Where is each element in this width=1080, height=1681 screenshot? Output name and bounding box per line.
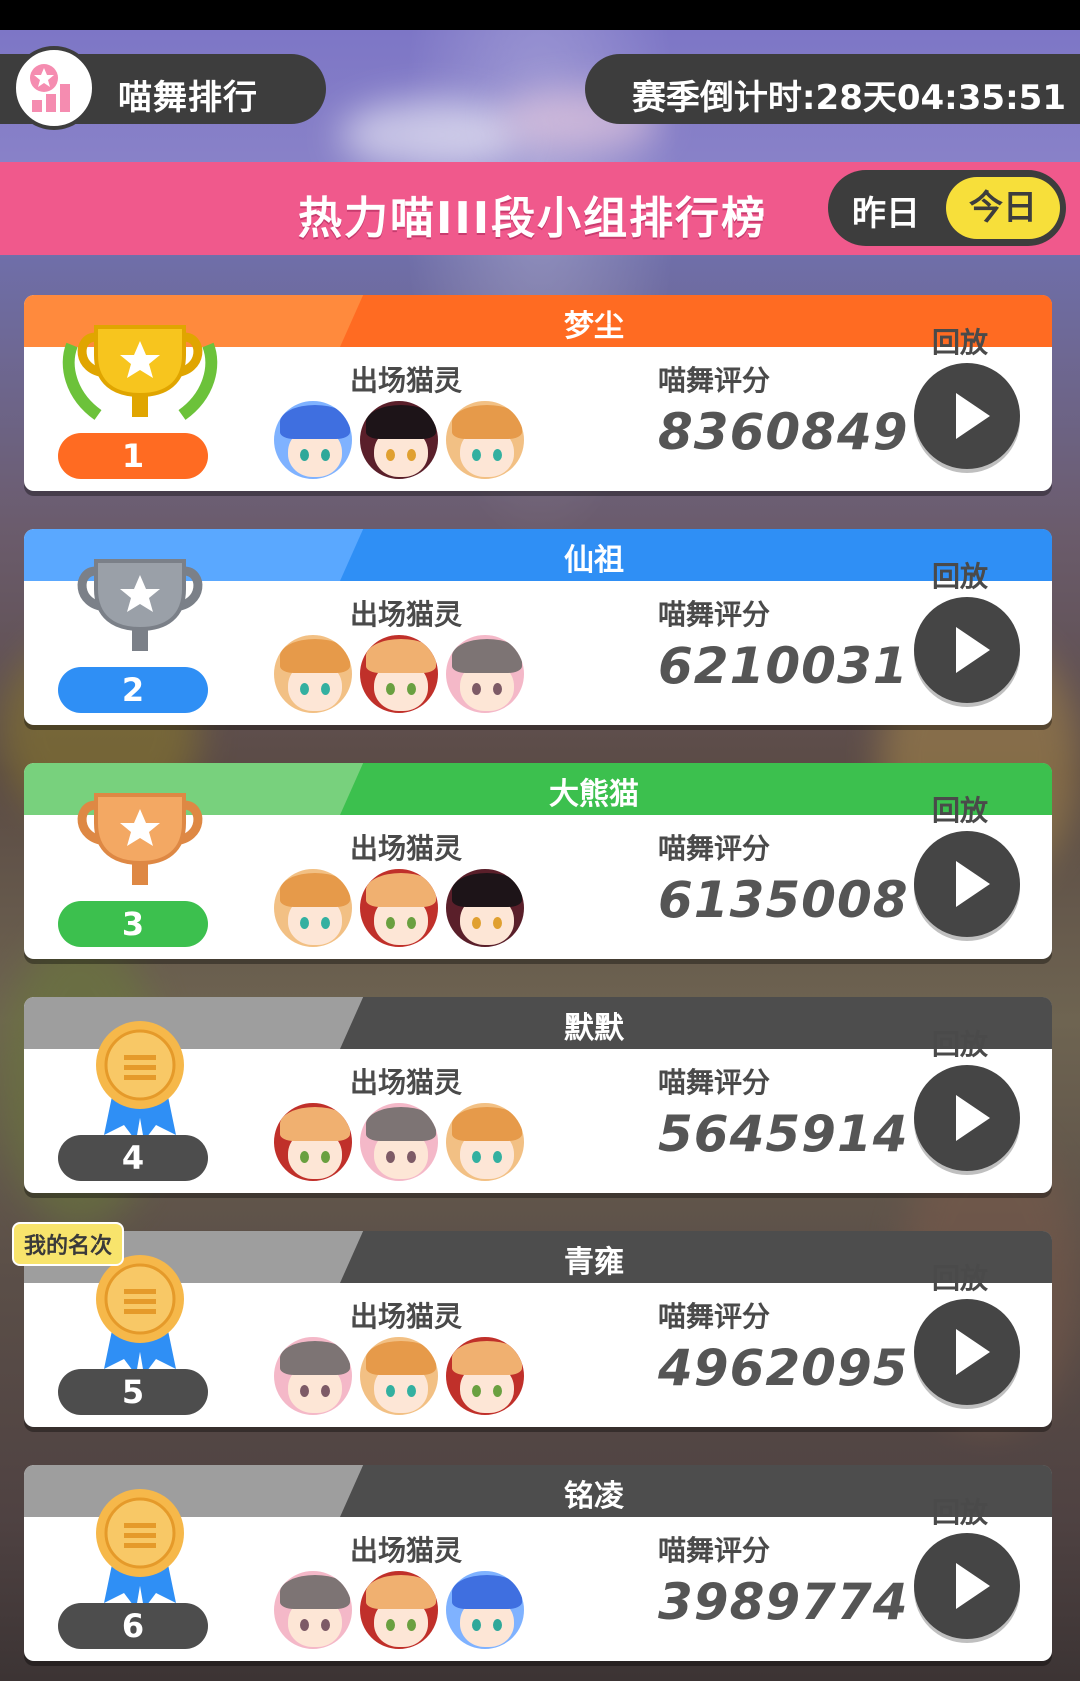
blue-hair-cat-spirit-avatar — [444, 1569, 526, 1651]
rank-number: 1 — [58, 433, 208, 479]
page-title: 喵舞排行 — [118, 78, 258, 118]
season-countdown: 赛季倒计时:28天04:35:51 — [632, 70, 1066, 119]
countdown-label: 赛季倒计时: — [631, 78, 816, 118]
rank-number: 6 — [58, 1603, 208, 1649]
gray-hair-cat-spirit-avatar — [272, 1569, 354, 1651]
my-rank-badge: 我的名次 — [12, 1222, 125, 1266]
player-name: 铭凌 — [564, 1479, 624, 1514]
rank-number: 5 — [58, 1369, 208, 1415]
score-value: 6135008 — [658, 871, 909, 929]
score-value: 4962095 — [658, 1339, 909, 1397]
medal-icon — [96, 1021, 184, 1141]
replay-play-button[interactable] — [914, 1065, 1020, 1171]
rank-card: 大熊猫 3 出场猫灵 喵舞评分 6135008 回放 — [24, 763, 1052, 959]
orange-hair-cat-spirit-avatar — [272, 867, 354, 949]
score-value: 6210031 — [658, 637, 909, 695]
rank-number: 3 — [58, 901, 208, 947]
rank-card: 铭凌 6 出场猫灵 喵舞评分 3989774 回放 — [24, 1465, 1052, 1661]
replay-label: 回放 — [932, 1028, 989, 1061]
red-hood-cat-spirit-avatar — [358, 633, 440, 715]
countdown-value: 28天04:35:51 — [815, 78, 1066, 118]
leaderboard-title: 热力喵III段小组排行榜 — [298, 193, 768, 244]
trophy-icon — [77, 793, 203, 885]
red-hood-cat-spirit-avatar — [358, 1569, 440, 1651]
red-hood-cat-spirit-avatar — [272, 1101, 354, 1183]
replay-play-button[interactable] — [914, 597, 1020, 703]
rank-card: 仙祖 2 出场猫灵 喵舞评分 6210031 回放 — [24, 529, 1052, 725]
cats-label: 出场猫灵 — [350, 598, 463, 631]
gray-hair-cat-spirit-avatar — [358, 1101, 440, 1183]
red-hood-cat-spirit-avatar — [358, 867, 440, 949]
red-hood-cat-spirit-avatar — [444, 1335, 526, 1417]
cats-label: 出场猫灵 — [350, 1066, 463, 1099]
ranking-logo-icon — [12, 46, 96, 130]
gray-hair-cat-spirit-avatar — [444, 633, 526, 715]
rank-number: 4 — [58, 1135, 208, 1181]
score-value: 5645914 — [658, 1105, 909, 1163]
player-name: 大熊猫 — [549, 777, 639, 812]
replay-play-button[interactable] — [914, 363, 1020, 469]
replay-play-button[interactable] — [914, 1533, 1020, 1639]
blue-hair-cat-spirit-avatar — [272, 399, 354, 481]
rank-card: 青雍 5 出场猫灵 喵舞评分 4962095 回放 — [24, 1231, 1052, 1427]
black-hair-cat-spirit-avatar — [444, 867, 526, 949]
rank-card: 梦尘 1 出场猫灵 喵舞评分 8360849 回放 — [24, 295, 1052, 491]
score-label: 喵舞评分 — [658, 598, 771, 631]
replay-play-button[interactable] — [914, 1299, 1020, 1405]
orange-hair-cat-spirit-avatar — [444, 399, 526, 481]
gray-hair-cat-spirit-avatar — [272, 1335, 354, 1417]
medal-icon — [96, 1255, 184, 1375]
orange-hair-cat-spirit-avatar — [358, 1335, 440, 1417]
score-value: 8360849 — [658, 403, 909, 461]
rank-card: 默默 4 出场猫灵 喵舞评分 5645914 回放 — [24, 997, 1052, 1193]
replay-label: 回放 — [932, 326, 989, 359]
player-name: 默默 — [564, 1011, 624, 1046]
score-label: 喵舞评分 — [658, 1534, 771, 1567]
tab-today[interactable]: 今日 — [946, 177, 1060, 239]
score-label: 喵舞评分 — [658, 1066, 771, 1099]
trophy-icon — [77, 559, 203, 651]
medal-icon — [96, 1489, 184, 1609]
cats-label: 出场猫灵 — [350, 832, 463, 865]
score-label: 喵舞评分 — [658, 364, 771, 397]
cats-label: 出场猫灵 — [350, 1534, 463, 1567]
score-label: 喵舞评分 — [658, 832, 771, 865]
player-name: 梦尘 — [564, 309, 624, 344]
tab-yesterday[interactable]: 昨日 — [848, 186, 924, 235]
orange-hair-cat-spirit-avatar — [272, 633, 354, 715]
orange-hair-cat-spirit-avatar — [444, 1101, 526, 1183]
rank-number: 2 — [58, 667, 208, 713]
replay-label: 回放 — [932, 794, 989, 827]
black-hair-cat-spirit-avatar — [358, 399, 440, 481]
replay-label: 回放 — [932, 1262, 989, 1295]
cats-label: 出场猫灵 — [350, 364, 463, 397]
player-name: 青雍 — [564, 1245, 624, 1280]
player-name: 仙祖 — [564, 543, 624, 578]
replay-play-button[interactable] — [914, 831, 1020, 937]
trophy-icon — [62, 325, 218, 420]
score-label: 喵舞评分 — [658, 1300, 771, 1333]
cats-label: 出场猫灵 — [350, 1300, 463, 1333]
replay-label: 回放 — [932, 1496, 989, 1529]
score-value: 3989774 — [658, 1573, 909, 1631]
replay-label: 回放 — [932, 560, 989, 593]
